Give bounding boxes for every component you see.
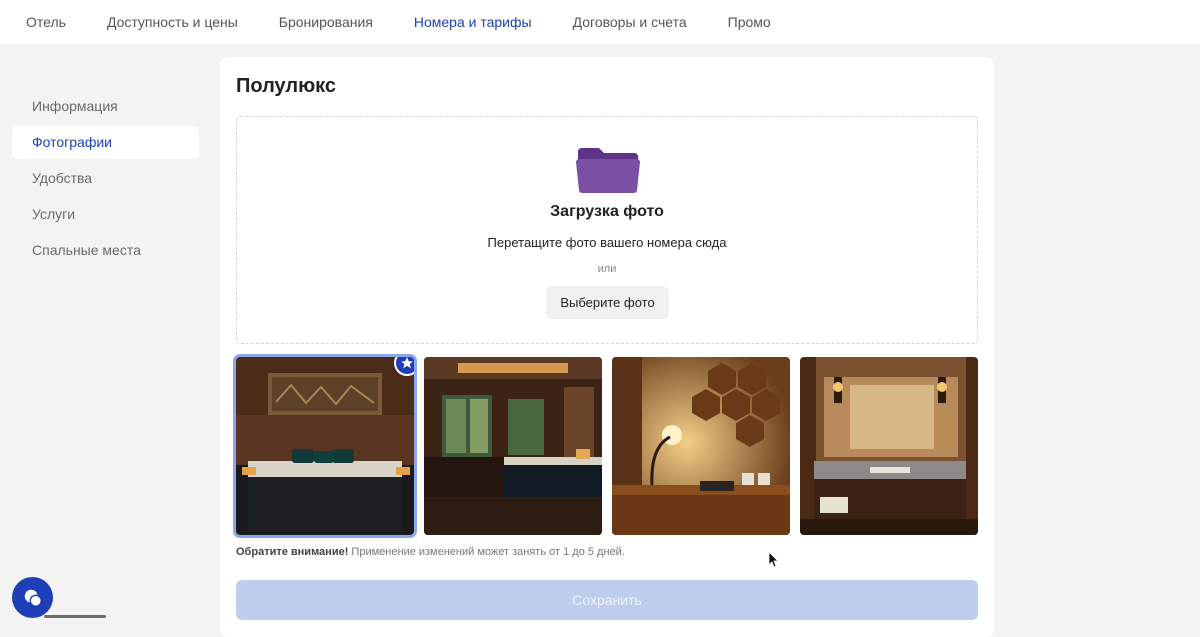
sidebar: Информация Фотографии Удобства Услуги Сп… <box>12 90 199 270</box>
sidebar-item-information[interactable]: Информация <box>12 90 199 123</box>
upload-hint: Перетащите фото вашего номера сюда <box>487 235 727 250</box>
sidebar-item-services[interactable]: Услуги <box>12 198 199 231</box>
change-notice-bold: Обратите внимание! <box>236 546 349 558</box>
change-notice: Обратите внимание! Применение изменений … <box>236 546 625 558</box>
upload-title: Загрузка фото <box>550 203 664 220</box>
choose-photo-button[interactable]: Выберите фото <box>546 286 669 319</box>
room-photos-panel: Полулюкс Загрузка фото Перетащите фото в… <box>220 57 994 637</box>
room-title: Полулюкс <box>236 75 337 97</box>
nav-item-availability[interactable]: Доступность и цены <box>107 14 238 30</box>
nav-item-hotel[interactable]: Отель <box>26 14 66 30</box>
folder-icon <box>576 148 640 193</box>
chat-support-button[interactable] <box>12 577 53 618</box>
photo-dropzone[interactable]: Загрузка фото Перетащите фото вашего ном… <box>236 116 978 344</box>
mouse-cursor-icon <box>769 552 779 568</box>
chat-icon <box>24 589 42 607</box>
change-notice-text: Применение изменений может занять от 1 д… <box>348 546 625 558</box>
photo-thumbnail-main[interactable] <box>233 354 417 538</box>
sidebar-item-photos[interactable]: Фотографии <box>12 126 199 159</box>
sidebar-item-beds[interactable]: Спальные места <box>12 234 199 267</box>
photo-thumbnail[interactable] <box>424 357 602 535</box>
photo-gallery <box>233 354 978 538</box>
photo-thumbnail[interactable] <box>612 357 790 535</box>
nav-item-contracts[interactable]: Договоры и счета <box>573 14 687 30</box>
sidebar-item-amenities[interactable]: Удобства <box>12 162 199 195</box>
save-button[interactable]: Сохранить <box>236 580 978 620</box>
nav-item-bookings[interactable]: Бронирования <box>279 14 373 30</box>
top-navigation: Отель Доступность и цены Бронирования Но… <box>0 0 1200 44</box>
upload-or: или <box>597 263 617 275</box>
nav-item-promo[interactable]: Промо <box>728 14 771 30</box>
photo-thumbnail[interactable] <box>800 357 978 535</box>
nav-item-rooms-rates[interactable]: Номера и тарифы <box>414 14 532 30</box>
